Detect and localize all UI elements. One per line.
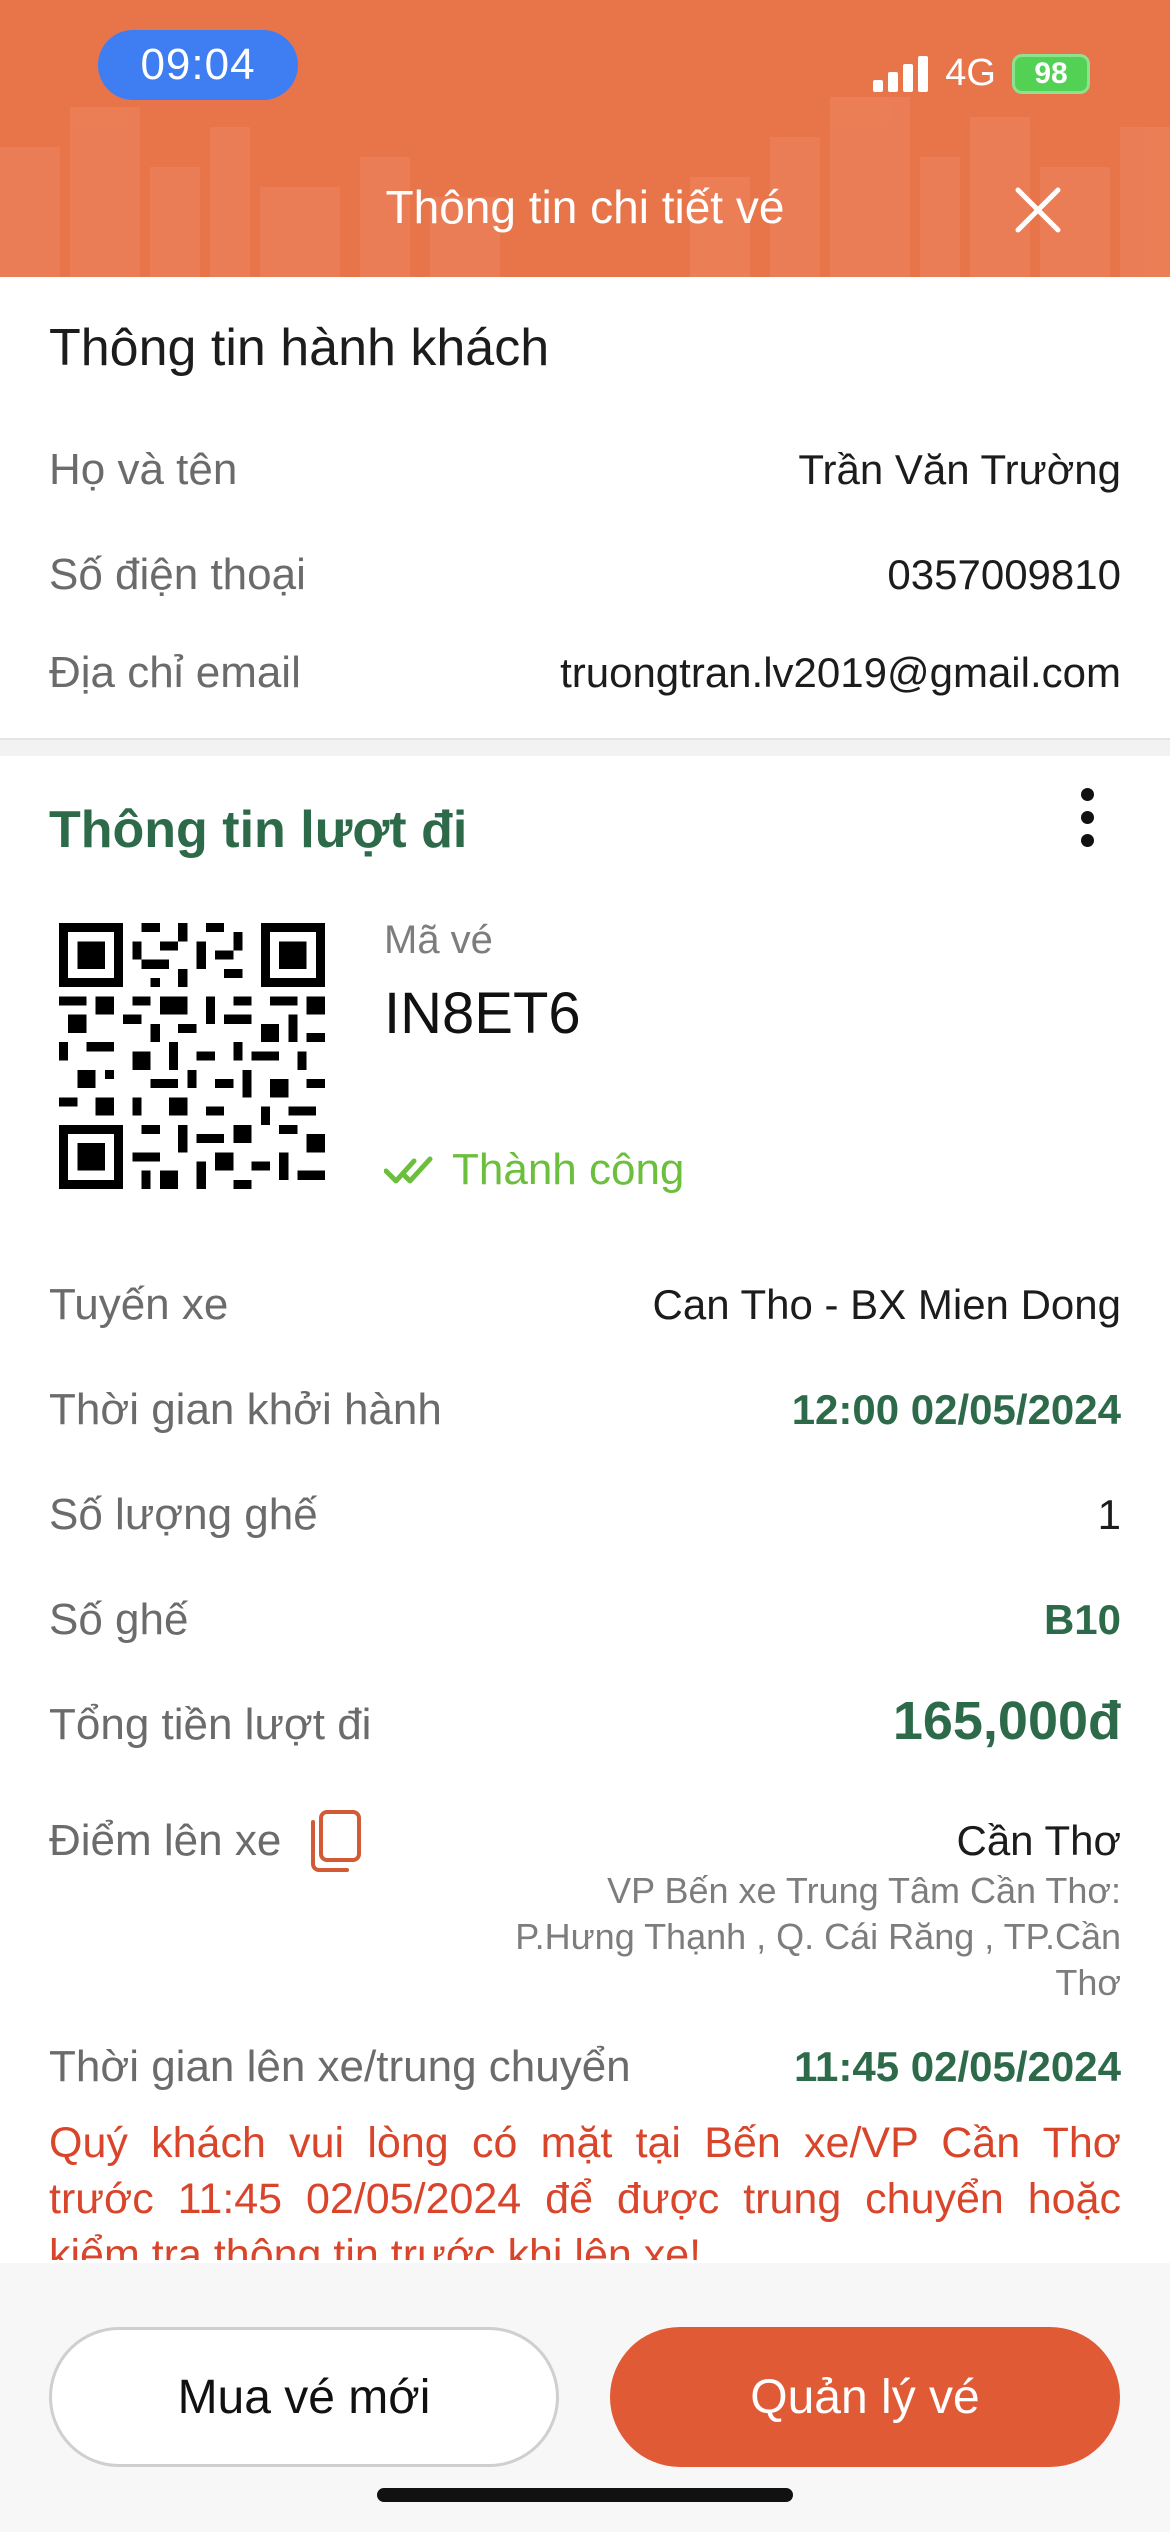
route-value: Can Tho - BX Mien Dong [652, 1281, 1121, 1328]
total-value: 165,000đ [892, 1691, 1121, 1751]
email-value: truongtran.lv2019@gmail.com [560, 649, 1121, 696]
status-text: Thành công [452, 1145, 685, 1194]
departure-label: Thời gian khởi hành [49, 1385, 442, 1434]
signal-icon [873, 55, 929, 92]
route-label: Tuyến xe [49, 1280, 229, 1329]
total-row: Tổng tiền lượt đi 165,000đ [49, 1690, 1121, 1752]
pickup-label: Điểm lên xe [49, 1816, 282, 1865]
more-options-icon[interactable] [1074, 788, 1100, 850]
section-divider [0, 738, 1170, 756]
ticket-code: IN8ET6 [384, 981, 581, 1046]
seat-count-row: Số lượng ghế 1 [49, 1490, 1121, 1540]
boarding-notice: Quý khách vui lòng có mặt tại Bến xe/VP … [49, 2119, 1121, 2260]
manage-tickets-button[interactable]: Quản lý vé [610, 2327, 1120, 2467]
close-icon[interactable] [1008, 180, 1068, 240]
pickup-value: Cần Thơ [956, 1817, 1121, 1864]
boarding-time-value: 11:45 02/05/2024 [794, 2043, 1121, 2090]
qr-code [59, 923, 325, 1189]
phone-label: Số điện thoại [49, 550, 306, 599]
trip-section-title: Thông tin lượt đi [49, 801, 468, 859]
departure-value: 12:00 02/05/2024 [791, 1386, 1121, 1433]
ticket-code-label: Mã vé [384, 918, 493, 962]
boarding-time-row: Thời gian lên xe/trung chuyển 11:45 02/0… [49, 2042, 1121, 2092]
departure-row: Thời gian khởi hành 12:00 02/05/2024 [49, 1385, 1121, 1435]
battery-icon: 98 [1012, 53, 1090, 94]
home-indicator [377, 2488, 793, 2502]
status-time: 09:04 [98, 30, 298, 100]
boarding-time-label: Thời gian lên xe/trung chuyển [49, 2042, 631, 2091]
pickup-label-wrap: Điểm lên xe [49, 1808, 363, 1874]
email-label: Địa chỉ email [49, 648, 301, 697]
pickup-address-line: VP Bến xe Trung Tâm Cần Thơ: [607, 1870, 1121, 1911]
seat-count-label: Số lượng ghế [49, 1490, 318, 1539]
double-check-icon [384, 1156, 433, 1184]
seat-row: Số ghế B10 [49, 1595, 1121, 1645]
buy-new-ticket-button[interactable]: Mua vé mới [49, 2327, 559, 2467]
name-value: Trần Văn Trường [798, 446, 1121, 493]
battery-level: 98 [1034, 56, 1068, 90]
passenger-section-title: Thông tin hành khách [49, 319, 550, 377]
phone-value: 0357009810 [887, 551, 1121, 598]
passenger-name-row: Họ và tên Trần Văn Trường [49, 445, 1121, 495]
status-indicators: 4G 98 [873, 52, 1090, 95]
pickup-row: Điểm lên xe Cần Thơ [49, 1808, 1121, 1874]
seat-value: B10 [1043, 1596, 1121, 1643]
seat-label: Số ghế [49, 1595, 189, 1644]
network-type: 4G [945, 52, 996, 94]
city-skyline-illustration [0, 97, 1170, 277]
seat-count-value: 1 [1097, 1491, 1121, 1538]
pickup-address-line: Thơ [1055, 1962, 1121, 2003]
booking-status: Thành công [384, 1145, 684, 1195]
name-label: Họ và tên [49, 445, 238, 494]
pickup-address-line: P.Hưng Thạnh , Q. Cái Răng , TP.Cần [515, 1916, 1121, 1957]
route-row: Tuyến xe Can Tho - BX Mien Dong [49, 1280, 1121, 1330]
passenger-email-row: Địa chỉ email truongtran.lv2019@gmail.co… [49, 648, 1121, 698]
copy-icon[interactable] [307, 1808, 363, 1874]
passenger-phone-row: Số điện thoại 0357009810 [49, 550, 1121, 600]
total-label: Tổng tiền lượt đi [49, 1700, 372, 1749]
page-title: Thông tin chi tiết vé [385, 181, 785, 233]
pickup-address: VP Bến xe Trung Tâm Cần Thơ: P.Hưng Thạn… [401, 1868, 1121, 2006]
header-bar: 09:04 4G 98 Thông tin chi tiết vé [0, 0, 1170, 277]
